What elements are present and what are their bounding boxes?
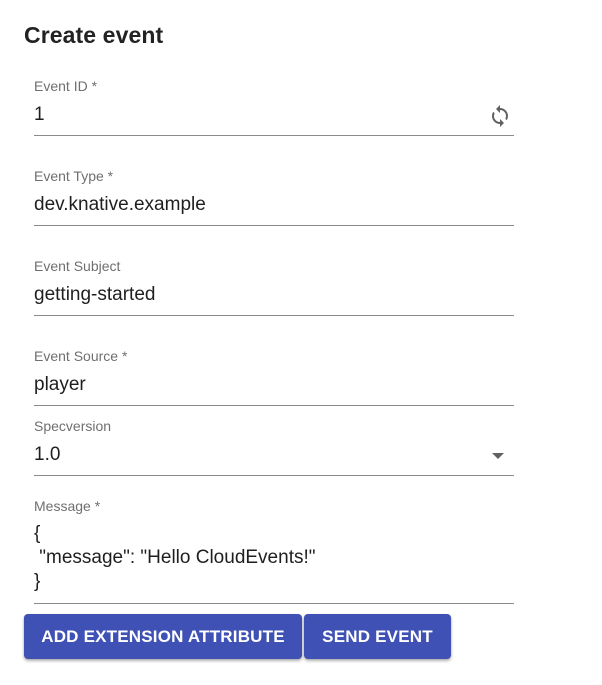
send-event-button[interactable]: SEND EVENT (304, 614, 451, 659)
event-id-field[interactable]: Event ID * 1 (34, 78, 514, 136)
create-event-panel: Create event Event ID * 1 Event Type * d… (0, 0, 602, 685)
event-subject-label: Event Subject (34, 258, 121, 274)
add-extension-attribute-button[interactable]: ADD EXTENSION ATTRIBUTE (24, 614, 302, 659)
specversion-label: Specversion (34, 418, 112, 434)
page-title: Create event (24, 22, 164, 48)
event-type-field[interactable]: Event Type * dev.knative.example (34, 168, 514, 226)
arrow-drop-down-icon[interactable] (492, 453, 504, 459)
message-label: Message * (34, 498, 101, 514)
specversion-select[interactable]: Specversion 1.0 (34, 418, 514, 476)
event-source-field[interactable]: Event Source * player (34, 348, 514, 406)
event-id-input[interactable]: 1 (34, 104, 45, 126)
event-source-label: Event Source * (34, 348, 128, 364)
message-textarea[interactable]: { "message": "Hello CloudEvents!" } (34, 522, 316, 594)
sync-icon[interactable] (486, 102, 514, 130)
event-subject-field[interactable]: Event Subject getting-started (34, 258, 514, 316)
event-subject-input[interactable]: getting-started (34, 284, 155, 306)
event-type-input[interactable]: dev.knative.example (34, 194, 206, 216)
specversion-value[interactable]: 1.0 (34, 444, 60, 466)
message-field[interactable]: Message * { "message": "Hello CloudEvent… (34, 498, 514, 604)
event-source-input[interactable]: player (34, 374, 86, 396)
event-type-label: Event Type * (34, 168, 114, 184)
event-id-label: Event ID * (34, 78, 98, 94)
